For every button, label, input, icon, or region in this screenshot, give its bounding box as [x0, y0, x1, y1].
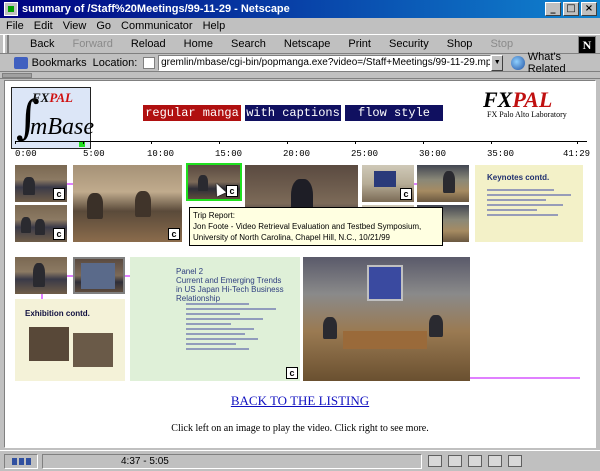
status-bar: 4:37 - 5:05	[0, 450, 600, 471]
toolbar-grip[interactable]	[3, 35, 9, 53]
menu-help[interactable]: Help	[203, 20, 226, 32]
tooltip-line: Trip Report:	[193, 211, 235, 220]
reload-button[interactable]: Reload	[122, 38, 175, 50]
caption-badge[interactable]: c	[168, 228, 180, 240]
netscape-app-icon	[4, 2, 18, 16]
keyframe[interactable]	[303, 257, 470, 381]
security-button[interactable]: Security	[380, 38, 438, 50]
navigation-toolbar: Back Forward Reload Home Search Netscape…	[0, 34, 600, 54]
timeline-label: 5:00	[83, 149, 105, 159]
whats-related-button[interactable]: What's Related	[511, 51, 600, 75]
back-to-listing-link[interactable]: BACK TO THE LISTING	[5, 393, 595, 409]
location-label: Location:	[92, 56, 138, 69]
globe-icon	[511, 55, 525, 70]
tooltip-line: Jon Foote - Video Retrieval Evaluation a…	[193, 222, 422, 231]
bookmarks-icon[interactable]	[14, 56, 28, 69]
video-timeline[interactable]: 0:00 5:00 10:00 15:00 20:00 25:00 30:00 …	[15, 141, 591, 163]
window-title: summary of /Staff%20Meetings/99-11-29 - …	[22, 3, 290, 15]
keyframe-slide[interactable]: Keynotes contd.	[475, 165, 583, 242]
maximize-button[interactable]: □	[563, 2, 579, 16]
keyframe[interactable]: c	[15, 205, 67, 242]
fxpal-logo: FXPAL FX Palo Alto Laboratory	[483, 87, 583, 127]
tooltip-line: University of North Carolina, Chapel Hil…	[193, 233, 390, 242]
flow-style-button[interactable]: flow style	[345, 105, 443, 121]
newsgroups-icon[interactable]	[468, 455, 482, 467]
whats-related-label: What's Related	[527, 50, 566, 75]
fxpal-fx-text: FX	[483, 87, 513, 112]
window-titlebar: summary of /Staff%20Meetings/99-11-29 - …	[0, 0, 600, 18]
menu-edit[interactable]: Edit	[34, 20, 53, 32]
url-input[interactable]: gremlin/mbase/cgi-bin/popmanga.exe?video…	[158, 54, 492, 71]
status-text: 4:37 - 5:05	[42, 453, 422, 469]
address-book-icon[interactable]	[488, 455, 502, 467]
stop-button[interactable]: Stop	[481, 38, 522, 50]
logo-fx-text: FX	[32, 90, 50, 105]
location-bar: Bookmarks Location: gremlin/mbase/cgi-bi…	[0, 51, 600, 75]
print-button[interactable]: Print	[339, 38, 380, 50]
caption-badge[interactable]: c	[53, 188, 65, 200]
slide-title: Exhibition contd.	[25, 309, 90, 318]
keyframe[interactable]	[15, 257, 67, 294]
page-content: ∫ FXPAL mBase regular manga with caption…	[4, 80, 596, 448]
help-text: Click left on an image to play the video…	[171, 423, 429, 434]
timeline-position-marker	[79, 142, 85, 147]
bookmarks-button[interactable]: Bookmarks	[32, 57, 87, 69]
page-icon[interactable]	[143, 56, 156, 69]
keyframe-slide[interactable]: Panel 2 Current and Emerging Trends in U…	[130, 257, 300, 381]
menu-bar: File Edit View Go Communicator Help	[0, 18, 600, 34]
timeline-label: 10:00	[147, 149, 175, 159]
minimize-button[interactable]: _	[545, 2, 561, 16]
security-indicator-icon[interactable]	[4, 453, 38, 469]
mbase-logo: ∫ FXPAL mBase	[11, 87, 94, 149]
caption-badge[interactable]: c	[286, 367, 298, 379]
composer-icon[interactable]	[508, 455, 522, 467]
menu-go[interactable]: Go	[96, 20, 111, 32]
fxpal-subtitle: FX Palo Alto Laboratory	[487, 110, 567, 119]
fxpal-pal-text: PAL	[512, 87, 553, 112]
forward-button[interactable]: Forward	[63, 38, 121, 50]
keyframe-slide[interactable]: Exhibition contd.	[15, 299, 125, 381]
logo-mbase-text: mBase	[30, 114, 94, 140]
regular-manga-button[interactable]: regular manga	[143, 105, 241, 121]
timeline-label: 0:00	[15, 149, 37, 159]
keyframe-selected[interactable]: c	[186, 163, 242, 201]
keyframe[interactable]: c	[15, 165, 67, 202]
timeline-label: 25:00	[351, 149, 379, 159]
window-controls: _ □ ×	[545, 2, 597, 16]
keyframe[interactable]: c	[362, 165, 414, 202]
timeline-label: 15:00	[215, 149, 243, 159]
timeline-label: 30:00	[419, 149, 447, 159]
slide-title: Keynotes contd.	[487, 173, 550, 182]
caption-badge[interactable]: c	[226, 185, 238, 197]
personal-toolbar-collapsed[interactable]	[0, 72, 600, 79]
navigator-icon[interactable]	[428, 455, 442, 467]
netscape-button[interactable]: Netscape	[275, 38, 339, 50]
menu-communicator[interactable]: Communicator	[121, 20, 193, 32]
keyframe[interactable]	[73, 257, 125, 294]
url-dropdown-icon[interactable]: ▼	[491, 54, 504, 71]
with-captions-button[interactable]: with captions	[245, 105, 341, 121]
close-button[interactable]: ×	[581, 2, 597, 16]
timeline-label: 35:00	[487, 149, 515, 159]
timeline-label: 41:29	[563, 149, 591, 159]
back-button[interactable]: Back	[21, 38, 63, 50]
logo-pal-text: PAL	[49, 90, 73, 105]
keyframe[interactable]	[417, 165, 469, 202]
caption-badge[interactable]: c	[400, 188, 412, 200]
timeline-label: 20:00	[283, 149, 311, 159]
mail-icon[interactable]	[448, 455, 462, 467]
search-button[interactable]: Search	[222, 38, 275, 50]
menu-file[interactable]: File	[6, 20, 24, 32]
keyframe-tooltip: Trip Report: Jon Foote - Video Retrieval…	[189, 207, 443, 246]
caption-badge[interactable]: c	[53, 228, 65, 240]
keyframe[interactable]: c	[73, 165, 182, 242]
component-bar	[428, 455, 522, 467]
slide-title: Panel 2 Current and Emerging Trends in U…	[176, 267, 284, 303]
menu-view[interactable]: View	[63, 20, 87, 32]
shop-button[interactable]: Shop	[438, 38, 482, 50]
home-button[interactable]: Home	[175, 38, 222, 50]
